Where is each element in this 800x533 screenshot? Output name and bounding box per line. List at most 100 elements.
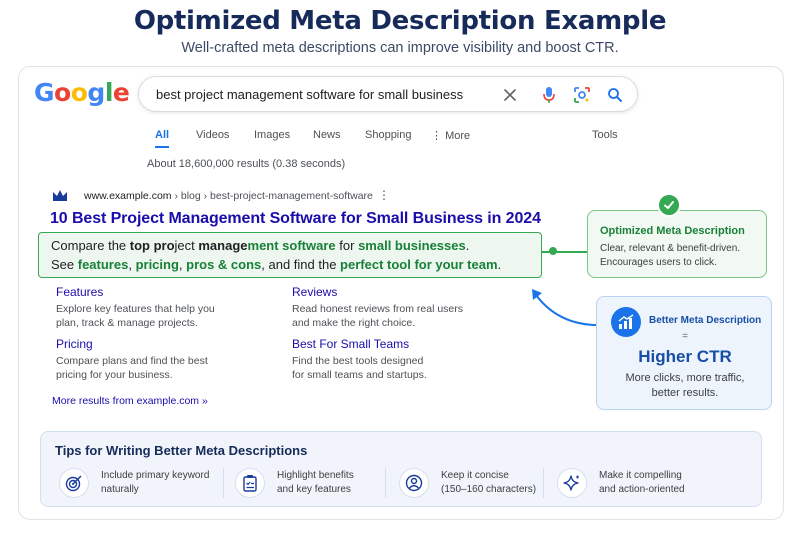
snippet-keyword: pricing (135, 257, 179, 272)
tip-text: Keep it concise (150–160 characters) (441, 469, 571, 497)
tab-more-label: More (445, 130, 471, 142)
tip-line: Make it compelling (599, 470, 682, 481)
snippet-keyword: manage (198, 238, 248, 253)
tip-text: Highlight benefits and key features (277, 469, 407, 497)
sitelink-title[interactable]: Pricing (56, 337, 256, 351)
callout-title: Optimized Meta Description (600, 225, 745, 237)
callout-title: Better Meta Description (649, 315, 762, 326)
mic-icon[interactable] (539, 85, 559, 105)
sitelink-small-teams[interactable]: Best For Small Teams Find the best tools… (292, 337, 492, 382)
result-title-link[interactable]: 10 Best Project Management Software for … (50, 210, 541, 228)
tip-text: Include primary keyword naturally (101, 469, 231, 497)
logo-letter: G (34, 78, 55, 107)
tip-line: and key features (277, 484, 351, 495)
sparkle-icon (557, 468, 587, 498)
tip-line: (150–160 characters) (441, 484, 537, 495)
divider (223, 468, 224, 498)
sitelink-title[interactable]: Best For Small Teams (292, 337, 492, 351)
tools-button[interactable]: Tools (592, 129, 618, 141)
snippet-keyword: small businesses (358, 238, 466, 253)
sitelink-reviews[interactable]: Reviews Read honest reviews from real us… (292, 285, 492, 330)
snippet-text: for (335, 238, 359, 253)
sitelink-desc-line: Read honest reviews from real users (292, 303, 463, 315)
tab-videos[interactable]: Videos (196, 129, 229, 141)
snippet-line-2: See features, pricing, pros & cons, and … (51, 257, 501, 272)
tip-line: Keep it concise (441, 470, 509, 481)
more-options-icon[interactable]: ⋮ (378, 188, 390, 202)
logo-letter: o (70, 78, 88, 107)
snippet-text: , (128, 257, 136, 272)
more-results-link[interactable]: More results from example.com » (52, 395, 208, 407)
lens-icon[interactable] (572, 85, 592, 105)
snippet-keyword: top pro (129, 238, 175, 253)
callout-desc-line: better results. (651, 387, 719, 399)
page-subtitle: Well-crafted meta descriptions can impro… (181, 40, 619, 56)
tip-line: and action-oriented (599, 484, 685, 495)
tab-shopping[interactable]: Shopping (365, 129, 412, 141)
snippet-text: See (51, 257, 78, 272)
search-box[interactable]: best project management software for sma… (138, 76, 638, 112)
sitelink-title[interactable]: Features (56, 285, 256, 299)
logo-letter: e (112, 78, 130, 107)
result-path: › blog › best-project-management-softwar… (171, 190, 373, 202)
close-icon[interactable] (500, 85, 520, 105)
page-title: Optimized Meta Description Example (133, 6, 667, 36)
logo-letter: g (87, 78, 105, 107)
meta-description-snippet: Compare the top project management softw… (38, 232, 542, 278)
snippet-text: Compare the (51, 238, 130, 253)
callout-desc-line: Encourages users to click. (600, 257, 717, 268)
checkmark-icon (657, 193, 681, 217)
sitelink-desc-line: pricing for your business. (56, 369, 173, 381)
logo-letter: o (54, 78, 71, 107)
tab-news[interactable]: News (313, 129, 341, 141)
user-icon (399, 468, 429, 498)
sitelink-desc-line: Compare plans and find the best (56, 355, 208, 367)
sitelink-desc-line: Find the best tools designed (292, 355, 424, 367)
sitelink-desc: Read honest reviews from real users and m… (292, 302, 492, 330)
search-input[interactable]: best project management software for sma… (156, 87, 463, 102)
target-icon (59, 468, 89, 498)
sitelink-desc-line: for small teams and startups. (292, 369, 427, 381)
sitelink-features[interactable]: Features Explore key features that help … (56, 285, 256, 330)
snippet-line-1: Compare the top project management softw… (51, 238, 469, 253)
tab-images[interactable]: Images (254, 129, 290, 141)
result-url[interactable]: www.example.com › blog › best-project-ma… (84, 190, 373, 202)
sitelink-desc: Explore key features that help you plan, … (56, 302, 256, 330)
snippet-text: . (497, 257, 502, 272)
tips-title: Tips for Writing Better Meta Description… (55, 443, 308, 458)
sitelink-desc: Compare plans and find the best pricing f… (56, 354, 256, 382)
more-dots-icon: ⋮ (431, 130, 446, 142)
snippet-keyword: ment software (247, 238, 336, 253)
tips-panel: Tips for Writing Better Meta Description… (40, 431, 762, 507)
connector-dot (549, 247, 557, 255)
snippet-text: ject (174, 238, 199, 253)
snippet-text: , and find the (261, 257, 341, 272)
snippet-keyword: perfect tool for your team (340, 257, 498, 272)
checklist-icon (235, 468, 265, 498)
divider (385, 468, 386, 498)
sitelink-desc-line: Explore key features that help you (56, 303, 215, 315)
logo-letter: l (104, 78, 114, 107)
sitelink-desc-line: and make the right choice. (292, 317, 416, 329)
google-logo[interactable]: Google (34, 78, 130, 107)
tab-more[interactable]: ⋮ More (431, 129, 470, 142)
callout-headline: Higher CTR (638, 347, 732, 366)
site-favicon-icon (53, 190, 67, 201)
optimized-meta-callout: Optimized Meta Description Clear, releva… (587, 210, 767, 278)
tab-all[interactable]: All (155, 129, 169, 141)
snippet-keyword: features (77, 257, 129, 272)
sitelink-pricing[interactable]: Pricing Compare plans and find the best p… (56, 337, 256, 382)
result-count: About 18,600,000 results (0.38 seconds) (147, 158, 346, 170)
callout-desc: Clear, relevant & benefit-driven. Encoura… (600, 242, 740, 270)
sitelink-desc-line: plan, track & manage projects. (56, 317, 198, 329)
search-icon[interactable] (605, 85, 625, 105)
callout-desc: More clicks, more traffic, better results… (597, 371, 773, 401)
result-site: www.example.com (84, 190, 172, 202)
snippet-text: . (465, 238, 470, 253)
tip-line: Highlight benefits (277, 470, 354, 481)
equals-sign: = (682, 331, 688, 342)
callout-desc-line: Clear, relevant & benefit-driven. (600, 243, 741, 254)
tip-line: Include primary keyword (101, 470, 210, 481)
sitelink-title[interactable]: Reviews (292, 285, 492, 299)
sitelink-desc: Find the best tools designed for small te… (292, 354, 492, 382)
